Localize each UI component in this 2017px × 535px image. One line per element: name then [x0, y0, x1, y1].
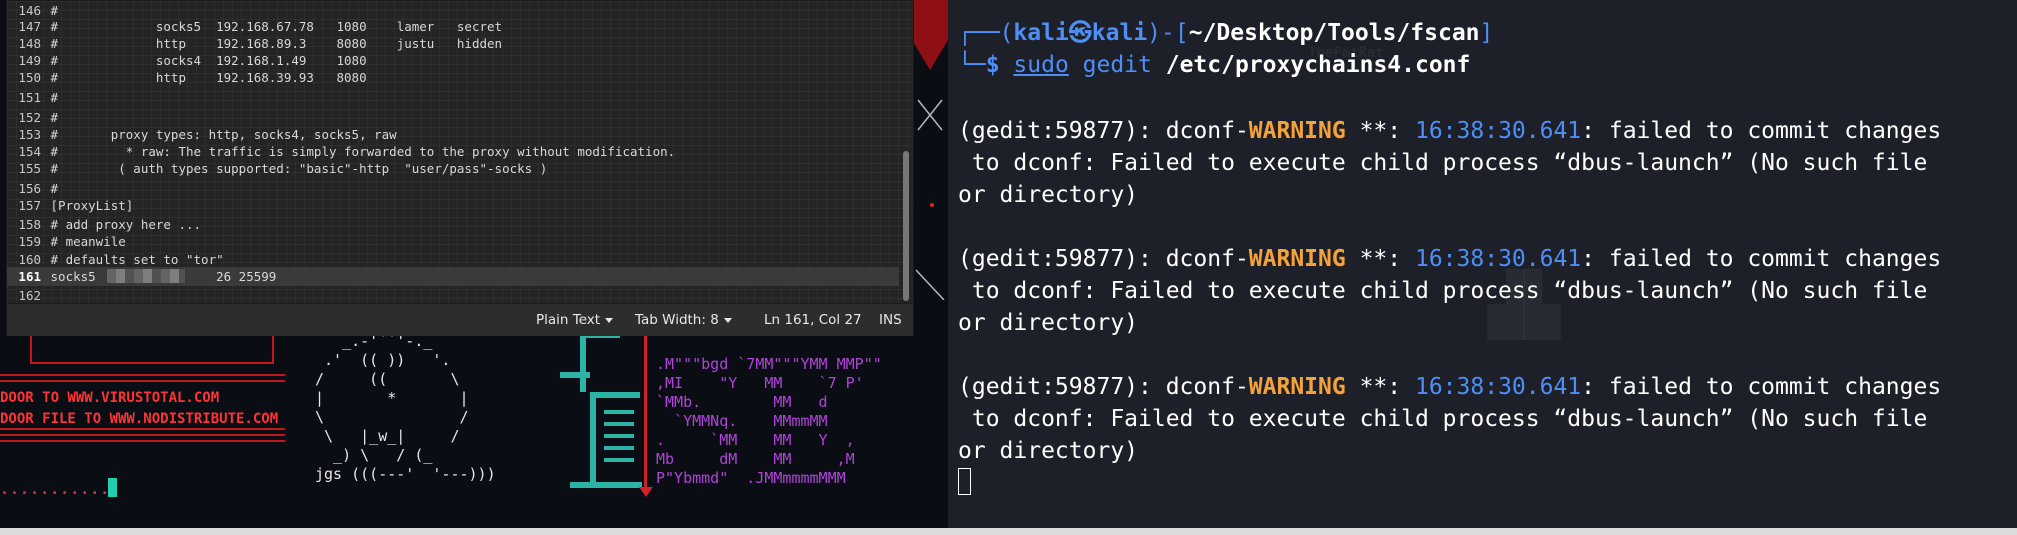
terminal-window[interactable]: TheFatRat ▟▙ ┌──(kali㉿kali)-[~/Desktop/T… [948, 0, 2017, 528]
terminal-cursor[interactable] [958, 468, 971, 495]
cursor-position: Ln 161, Col 27 [764, 312, 862, 328]
tab-width-label: Tab Width: 8 [635, 312, 719, 328]
warning-line: (gedit:59877): dconf-WARNING **: 16:38:3… [958, 118, 1942, 144]
bottom-panel-strip [0, 528, 2017, 535]
chevron-down-icon [605, 317, 614, 323]
warning-line: to dconf: Failed to execute child proces… [958, 150, 1928, 176]
warning-line: or directory) [958, 310, 1139, 336]
red-arrow-line [644, 332, 647, 492]
gedit-window[interactable]: 146 # 147 # socks5 192.168.67.78 1080 la… [6, 0, 914, 336]
text-editor-area[interactable]: 146 # 147 # socks5 192.168.67.78 1080 la… [7, 1, 913, 303]
editor-line: 162 [18, 288, 41, 303]
editor-line: 151 # [18, 90, 59, 105]
syntax-label: Plain Text [536, 312, 601, 328]
progress-cursor [108, 478, 117, 497]
editor-line: 150 # http 192.168.39.93 8080 [18, 70, 367, 85]
warning-line: to dconf: Failed to execute child proces… [958, 278, 1928, 304]
purple-ascii-logo: .M"""bgd `7MM"""YMM MMP"" ,MI "Y MM `7 P… [656, 355, 882, 487]
insert-mode: INS [879, 312, 902, 328]
prompt-line-2: └─$ sudo gedit /etc/proxychains4.conf [958, 52, 1471, 78]
editor-statusbar: Plain Text Tab Width: 8 Ln 161, Col 27 I… [7, 303, 913, 336]
warning-line: to dconf: Failed to execute child proces… [958, 406, 1928, 432]
prompt-line-1: ┌──(kali㉿kali)-[~/Desktop/Tools/fscan] [958, 20, 1494, 46]
teal-block-art [560, 332, 645, 492]
warning-line: (gedit:59877): dconf-WARNING **: 16:38:3… [958, 374, 1942, 400]
warning-line: (gedit:59877): dconf-WARNING **: 16:38:3… [958, 246, 1942, 272]
redacted-ip-block [107, 269, 185, 283]
editor-line: 155 # ( auth types supported: "basic"-ht… [18, 161, 548, 176]
progress-dots: ........... [0, 480, 111, 498]
editor-line: 159 # meanwile [18, 234, 126, 249]
red-corner-art [912, 0, 948, 300]
tab-width-dropdown[interactable]: Tab Width: 8 [635, 312, 732, 328]
red-arrow-head [639, 487, 653, 497]
warning-line: or directory) [958, 438, 1139, 464]
ascii-art-figure: _.-'``'-._ .' (( )) '. / (( \ | * | \ / … [315, 332, 496, 483]
chevron-down-icon [723, 317, 732, 323]
backdoor-nodistribute-text: DOOR FILE TO WWW.NODISTRIBUTE.COM [0, 411, 279, 427]
skull-icon: ㉿ [1068, 20, 1092, 46]
editor-scrollbar[interactable] [903, 151, 909, 301]
syntax-dropdown[interactable]: Plain Text [536, 312, 614, 328]
warning-line: or directory) [958, 182, 1139, 208]
backdoor-virustotal-text: DOOR TO WWW.VIRUSTOTAL.COM [0, 390, 220, 406]
editor-line: 157 [ProxyList] [18, 198, 134, 213]
